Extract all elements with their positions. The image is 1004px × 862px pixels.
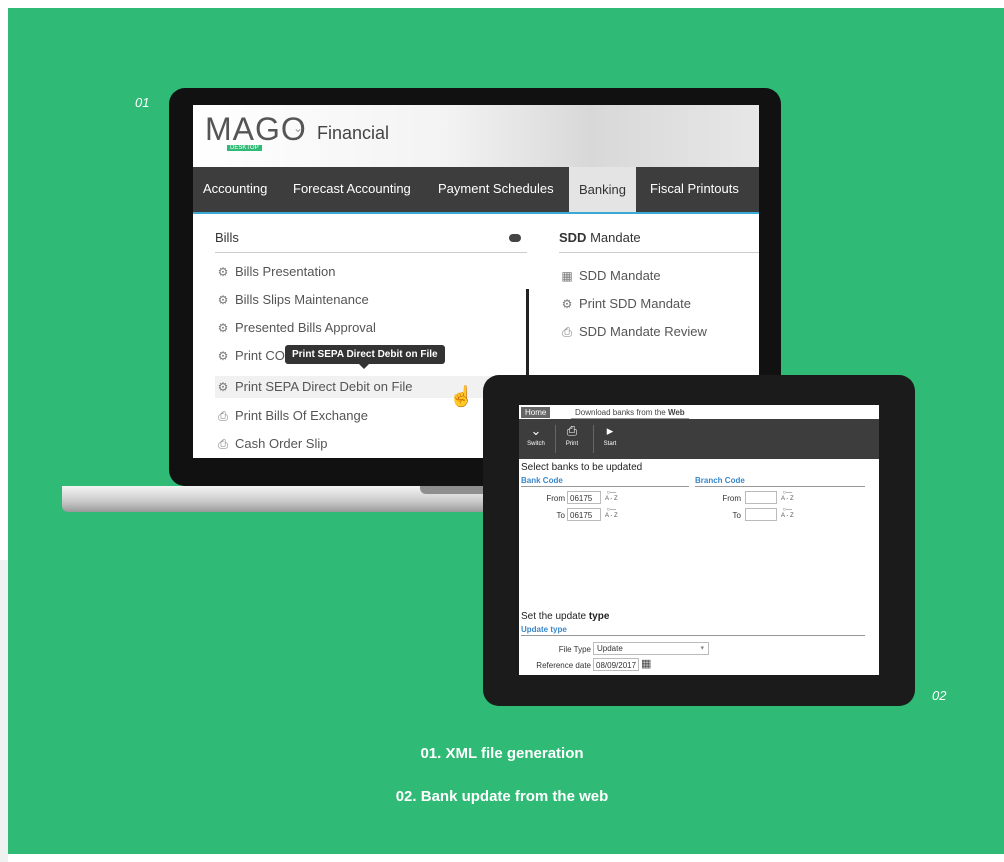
gears-icon: ⚙	[217, 321, 229, 335]
logo-subtitle: DESKTOP	[227, 145, 262, 151]
toggle-icon[interactable]	[509, 234, 521, 242]
tooltip: Print SEPA Direct Debit on File	[285, 345, 445, 369]
caption-2: 02. Bank update from the web	[395, 788, 609, 805]
main-nav: Accounting Forecast Accounting Payment S…	[193, 167, 759, 214]
menu-item-sdd-mandate[interactable]: ▦ SDD Mandate	[559, 268, 660, 283]
bank-from-label: From	[546, 494, 565, 503]
tab-download-banks[interactable]: Download banks from the Web	[571, 407, 689, 419]
mago-logo: MAGO	[205, 111, 307, 147]
az-lookup-icon[interactable]: ○— A - Z	[781, 490, 794, 502]
reference-date-input[interactable]: 08/09/2017	[593, 658, 639, 671]
tablet-screen: Home Download banks from the Web ⌄ Switch…	[519, 405, 879, 675]
nav-payment-schedules[interactable]: Payment Schedules	[438, 181, 554, 196]
toolbar-separator	[593, 425, 594, 453]
menu-item-print-sdd-mandate[interactable]: ⚙ Print SDD Mandate	[559, 296, 691, 311]
gears-icon: ⚙	[217, 349, 229, 363]
menu-item-sdd-mandate-review[interactable]: ⎙ SDD Mandate Review	[559, 324, 707, 340]
gears-icon: ⚙	[217, 293, 229, 307]
az-lookup-icon[interactable]: ○— A - Z	[605, 507, 618, 519]
nav-banking[interactable]: Banking	[569, 167, 636, 212]
divider	[521, 486, 689, 487]
menu-item-print-bills-of-exchange[interactable]: ⎙ Print Bills Of Exchange	[215, 408, 368, 424]
menu-item-print-co[interactable]: ⚙ Print CO	[215, 348, 285, 363]
branch-from-input[interactable]	[745, 491, 777, 504]
divider	[695, 486, 865, 487]
menu-item-bills-presentation[interactable]: ⚙ Bills Presentation	[215, 264, 336, 279]
gears-icon: ⚙	[217, 265, 229, 279]
play-icon: ▸	[606, 423, 614, 438]
branch-from-label: From	[722, 494, 741, 503]
tab-home[interactable]: Home	[521, 407, 551, 418]
bank-to-input[interactable]: 06175	[567, 508, 601, 521]
label-02: 02	[932, 688, 947, 703]
menu-item-bills-slips-maintenance[interactable]: ⚙ Bills Slips Maintenance	[215, 292, 369, 307]
az-lookup-icon[interactable]: ○— A - Z	[605, 490, 618, 502]
divider	[559, 252, 759, 253]
printer-icon: ⎙	[566, 423, 578, 438]
bank-to-label: To	[556, 511, 565, 520]
bills-title: Bills	[215, 230, 239, 245]
side-strip	[0, 560, 8, 862]
branch-to-input[interactable]	[745, 508, 777, 521]
divider	[521, 635, 865, 636]
branch-code-header: Branch Code	[695, 476, 745, 485]
toolbar-separator	[555, 425, 556, 453]
start-button[interactable]: ▸ Start	[597, 423, 623, 447]
branch-to-label: To	[732, 511, 741, 520]
caret-down-icon: ▾	[700, 645, 704, 652]
menu-item-cash-order-slip[interactable]: ⎙ Cash Order Slip	[215, 436, 327, 452]
bills-column: Bills ⚙ Bills Presentation ⚙ Bills Slips M…	[193, 214, 531, 458]
gears-icon: ⚙	[561, 297, 573, 311]
sdd-title: SDD Mandate	[559, 230, 641, 245]
laptop-notch	[420, 486, 490, 494]
reference-date-label: Reference date	[536, 661, 591, 670]
nav-accounting[interactable]: Accounting	[203, 181, 267, 196]
divider	[215, 252, 527, 253]
print-button[interactable]: ⎙ Print	[559, 423, 585, 447]
printer-icon: ⎙	[218, 437, 228, 451]
calendar-icon[interactable]: ▦	[641, 657, 651, 670]
switch-button[interactable]: ⌄ Switch	[523, 423, 549, 447]
nav-fiscal-printouts[interactable]: Fiscal Printouts	[650, 181, 739, 196]
label-01: 01	[135, 95, 150, 110]
select-banks-title: Select banks to be updated	[521, 462, 643, 473]
app-header: MAGO DESKTOP ⌄ Financial	[193, 105, 759, 167]
grid-form-icon: ▦	[561, 269, 573, 283]
tab-bar: Home Download banks from the Web	[519, 405, 879, 419]
caption-1: 01. XML file generation	[420, 745, 584, 762]
nav-forecast-accounting[interactable]: Forecast Accounting	[293, 181, 411, 196]
gears-icon: ⚙	[217, 380, 229, 394]
update-type-title: Set the update type	[521, 611, 610, 622]
chevron-down-icon[interactable]: ⌄	[293, 121, 303, 135]
toolbar: ⌄ Switch ⎙ Print ▸ Start	[519, 419, 879, 459]
bank-from-input[interactable]: 06175	[567, 491, 601, 504]
module-title: Financial	[317, 123, 390, 143]
file-type-label: File Type	[558, 645, 591, 654]
hand-cursor-icon: ☝	[449, 386, 474, 408]
update-type-header: Update type	[521, 625, 567, 634]
chevron-down-icon: ⌄	[530, 423, 542, 438]
file-type-select[interactable]: Update ▾	[593, 642, 709, 655]
az-lookup-icon[interactable]: ○— A - Z	[781, 507, 794, 519]
menu-item-presented-bills-approval[interactable]: ⚙ Presented Bills Approval	[215, 320, 376, 335]
bank-code-header: Bank Code	[521, 476, 563, 485]
printer-icon: ⎙	[218, 409, 228, 423]
printer-icon: ⎙	[562, 325, 572, 339]
